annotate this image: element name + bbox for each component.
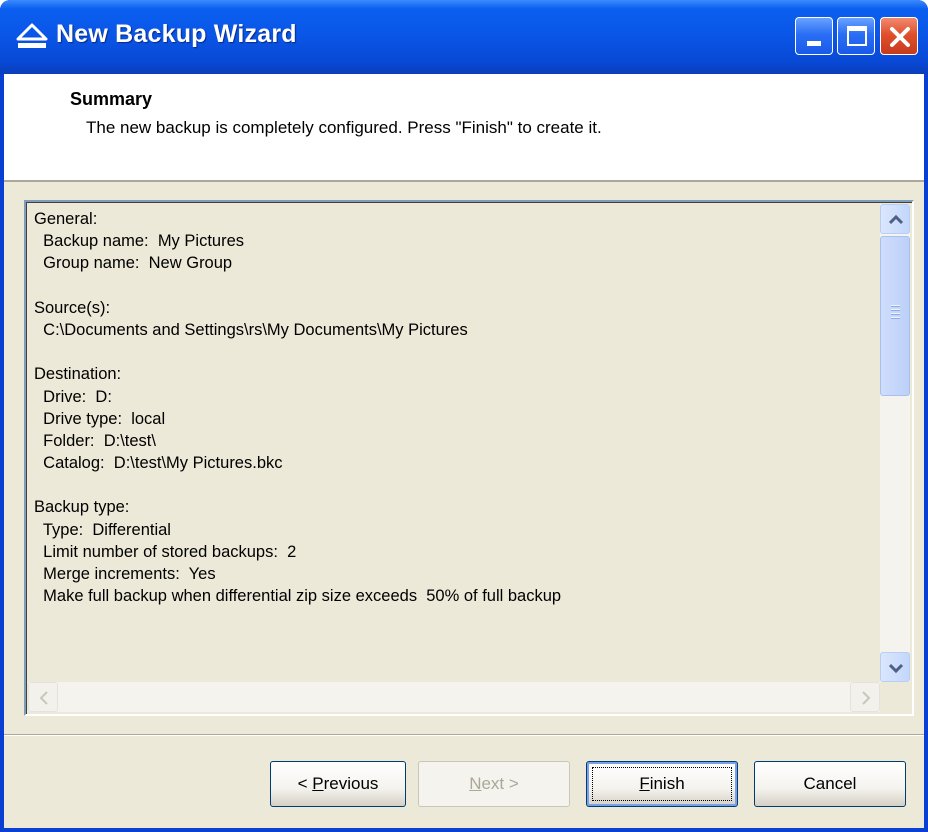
window-title: New Backup Wizard: [56, 20, 297, 48]
summary-line: Limit number of stored backups: 2: [34, 542, 297, 561]
summary-line: [34, 341, 884, 363]
page-description: The new backup is completely configured.…: [86, 118, 602, 137]
focus-rectangle: [592, 767, 732, 801]
cancel-button[interactable]: Cancel: [754, 761, 906, 807]
backup-wizard-icon: [16, 23, 48, 48]
chevron-down-icon: [888, 663, 904, 674]
summary-line: Type: Differential: [34, 520, 171, 539]
close-button[interactable]: [880, 17, 918, 55]
summary-line: Drive: D:: [34, 387, 112, 406]
summary-line: Group name: New Group: [34, 254, 233, 273]
summary-line: General:: [34, 210, 98, 228]
previous-button[interactable]: < Previous: [270, 761, 406, 807]
summary-line: Source(s):: [34, 298, 111, 317]
summary-line: [34, 275, 884, 297]
scroll-right-button[interactable]: [850, 682, 880, 712]
summary-line: Merge increments: Yes: [34, 565, 216, 583]
summary-content: General: Backup name: My Pictures Group …: [34, 208, 884, 678]
maximize-button[interactable]: [837, 17, 875, 55]
vertical-scroll-thumb[interactable]: [880, 236, 910, 396]
summary-text-area[interactable]: General: Backup name: My Pictures Group …: [24, 200, 914, 716]
summary-line: Backup name: My Pictures: [34, 232, 244, 251]
minimize-icon: [807, 41, 821, 46]
chevron-left-icon: [39, 691, 48, 705]
finish-button[interactable]: Finish: [586, 761, 738, 807]
summary-line: Backup type:: [34, 498, 130, 517]
summary-line: Catalog: D:\test\My Pictures.bkc: [34, 454, 283, 473]
summary-line: Folder: D:\test\: [34, 431, 156, 450]
horizontal-scrollbar[interactable]: [28, 682, 880, 712]
scroll-down-button[interactable]: [880, 652, 910, 682]
scroll-left-button[interactable]: [28, 682, 58, 712]
chevron-up-icon: [888, 214, 904, 225]
summary-line: C:\Documents and Settings\rs\My Document…: [34, 320, 468, 339]
page-title: Summary: [70, 89, 153, 109]
scrollbar-corner: [880, 682, 910, 712]
scroll-up-button[interactable]: [880, 204, 910, 234]
wizard-header: Summary The new backup is completely con…: [4, 74, 924, 182]
chevron-right-icon: [862, 691, 871, 705]
footer-divider: [4, 734, 924, 736]
wizard-window: New Backup Wizard Summary The new backup…: [0, 0, 928, 832]
summary-line: [34, 474, 884, 496]
maximize-icon: [847, 26, 867, 46]
minimize-button[interactable]: [795, 17, 833, 55]
title-bar[interactable]: New Backup Wizard: [0, 0, 928, 74]
wizard-body: Summary The new backup is completely con…: [4, 74, 924, 828]
summary-line: Make full backup when differential zip s…: [34, 587, 562, 606]
close-icon: [890, 27, 910, 47]
summary-line: Destination:: [34, 365, 122, 384]
next-button[interactable]: Next >: [418, 761, 570, 807]
summary-line: Drive type: local: [34, 409, 166, 428]
vertical-scrollbar[interactable]: [880, 204, 910, 682]
